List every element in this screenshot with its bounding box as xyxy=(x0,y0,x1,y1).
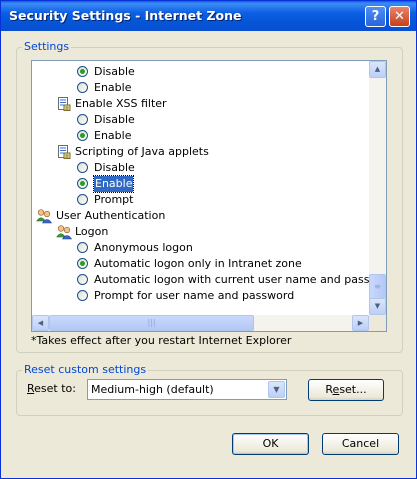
radio-button[interactable] xyxy=(77,114,88,125)
option-label: Enable xyxy=(94,81,132,94)
scrollbar-corner xyxy=(369,315,386,331)
chevron-down-icon[interactable]: ▼ xyxy=(268,381,285,398)
users-icon xyxy=(36,208,53,224)
close-button[interactable]: ✕ xyxy=(389,6,410,27)
option-label: Disable xyxy=(94,113,135,126)
radio-button[interactable] xyxy=(77,290,88,301)
window-title: Security Settings - Internet Zone xyxy=(9,8,242,23)
reset-group-legend: Reset custom settings xyxy=(22,363,149,376)
vertical-scroll-thumb[interactable]: ≡ xyxy=(369,274,386,299)
reset-level-select[interactable]: Medium-high (default) ▼ xyxy=(87,379,287,400)
option-label: Prompt for user name and password xyxy=(94,289,295,302)
option-label: Automatic logon only in Intranet zone xyxy=(94,257,302,270)
scroll-up-icon[interactable]: ▲ xyxy=(369,61,386,78)
option-label: Enable xyxy=(94,129,132,142)
reset-to-label-text: eset to: xyxy=(34,382,76,395)
settings-group-legend: Settings xyxy=(22,40,72,53)
scroll-down-icon[interactable]: ▼ xyxy=(369,298,386,315)
reset-to-label: Reset to: xyxy=(27,382,76,395)
restart-note: *Takes effect after you restart Internet… xyxy=(31,334,292,347)
reset-button-rest: set... xyxy=(339,383,367,396)
reset-level-value: Medium-high (default) xyxy=(91,383,214,396)
option-label: Automatic logon with current user name a… xyxy=(94,273,369,286)
category-label: User Authentication xyxy=(56,209,166,222)
reset-button[interactable]: Reset... xyxy=(308,379,384,401)
horizontal-scrollbar[interactable]: ◀ ||| ▶ xyxy=(32,315,369,331)
settings-document-icon xyxy=(57,97,71,111)
subcategory-label: Logon xyxy=(75,225,109,238)
ok-button[interactable]: OK xyxy=(232,433,309,455)
option-label: Disable xyxy=(94,161,135,174)
settings-tree: Disable Enable Enable XSS filter Disable Ena… xyxy=(31,60,387,332)
users-icon xyxy=(56,224,73,240)
title-bar[interactable]: Security Settings - Internet Zone ? ✕ xyxy=(1,1,416,31)
scroll-right-icon[interactable]: ▶ xyxy=(352,315,369,331)
vertical-scrollbar[interactable]: ▲ ≡ ▼ xyxy=(369,61,386,315)
option-label: Disable xyxy=(94,65,135,78)
radio-button[interactable] xyxy=(77,130,88,141)
radio-button[interactable] xyxy=(77,242,88,253)
radio-button[interactable] xyxy=(77,66,88,77)
settings-document-icon xyxy=(57,145,71,159)
settings-tree-list: Disable Enable Enable XSS filter Disable Ena… xyxy=(32,61,369,315)
scroll-left-icon[interactable]: ◀ xyxy=(32,315,49,331)
security-settings-dialog: Security Settings - Internet Zone ? ✕ Se… xyxy=(0,0,417,479)
horizontal-scroll-thumb[interactable]: ||| xyxy=(49,315,254,331)
option-label: Prompt xyxy=(94,193,134,206)
radio-button[interactable] xyxy=(77,274,88,285)
option-label: Enable xyxy=(92,175,135,193)
radio-button[interactable] xyxy=(77,258,88,269)
reset-button-prefix: R xyxy=(325,383,333,396)
cancel-button[interactable]: Cancel xyxy=(322,433,399,455)
radio-button[interactable] xyxy=(77,162,88,173)
category-label: Scripting of Java applets xyxy=(75,145,209,158)
radio-button[interactable] xyxy=(77,82,88,93)
radio-button[interactable] xyxy=(77,194,88,205)
radio-button[interactable] xyxy=(77,178,88,189)
category-label: Enable XSS filter xyxy=(75,97,167,110)
option-label: Anonymous logon xyxy=(94,241,193,254)
help-button[interactable]: ? xyxy=(365,6,386,27)
